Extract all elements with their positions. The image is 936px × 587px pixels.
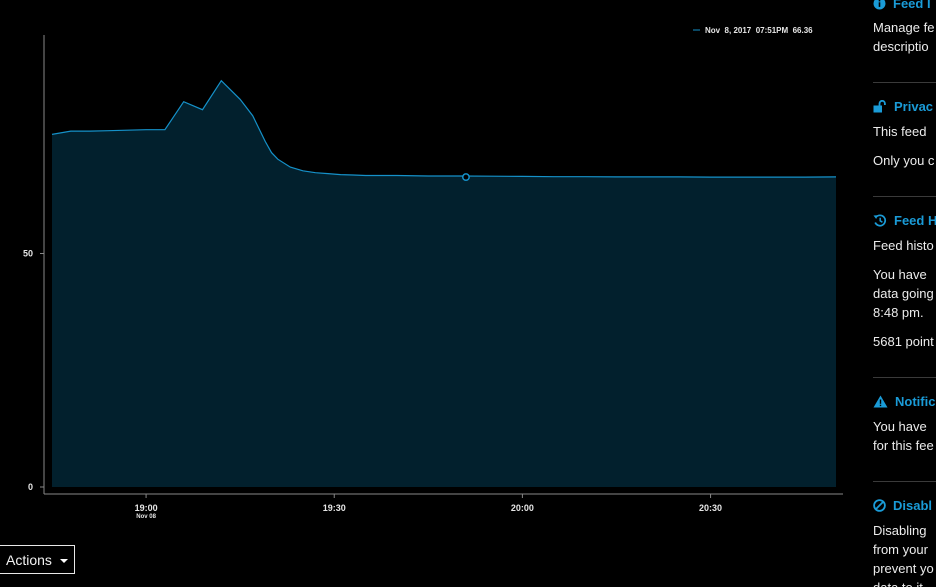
divider [873, 377, 936, 378]
section-notifications-heading: Notific [873, 394, 935, 409]
hover-marker[interactable] [462, 173, 470, 182]
chevron-down-icon [59, 559, 68, 563]
notifications-text-2: for this fee [873, 438, 934, 453]
section-privacy-heading: Privac [873, 99, 933, 114]
feed-chart[interactable]: 0 50 19:00Nov 08 19:30 20:00 20:30 Nov 8, 20… [0, 0, 936, 587]
history-icon [873, 214, 887, 227]
x-tick-label: 20:30 [699, 503, 722, 513]
disable-icon [873, 499, 886, 512]
unlock-icon [873, 100, 886, 113]
x-tick-label: 20:00 [511, 503, 534, 513]
y-tick-label: 0 [28, 482, 33, 492]
divider [873, 196, 936, 197]
section-history-heading: Feed H [873, 213, 936, 228]
section-notifications-title: Notific [895, 394, 936, 409]
divider [873, 481, 936, 482]
divider [873, 82, 936, 83]
x-tick-label: 19:30 [323, 503, 346, 513]
disable-text-3: prevent yo [873, 561, 934, 576]
x-ticks: 19:00Nov 08 19:30 20:00 20:30 [135, 494, 722, 520]
section-feed-info-heading: Feed I [873, 0, 931, 11]
info-icon [873, 0, 886, 10]
section-privacy-title: Privac [894, 99, 934, 114]
history-text-4: 8:48 pm. [873, 305, 924, 320]
y-ticks: 0 50 [23, 249, 44, 492]
notifications-text-1: You have [873, 419, 927, 434]
section-disable-title: Disabl [893, 498, 933, 513]
actions-dropdown-button[interactable]: Actions [0, 545, 75, 574]
disable-text-1: Disabling [873, 523, 927, 538]
disable-text-2: from your [873, 542, 928, 557]
privacy-text-2: Only you c [873, 153, 935, 168]
section-disable-heading: Disabl [873, 498, 932, 513]
history-text-1: Feed histo [873, 238, 934, 253]
feed-info-text-2: descriptio [873, 39, 929, 54]
privacy-text-1: This feed [873, 124, 927, 139]
chart-plot-area [51, 79, 837, 487]
series-area-fill [52, 80, 836, 487]
history-text-5: 5681 point [873, 334, 934, 349]
legend-text: Nov 8, 2017 07:51PM 66.36 [705, 26, 813, 35]
disable-text-4: data to it [873, 579, 923, 587]
x-tick-sublabel: Nov 08 [136, 514, 156, 520]
chart-legend: Nov 8, 2017 07:51PM 66.36 [693, 26, 813, 35]
feed-sidebar: Feed I Manage fe descriptio Privac This … [873, 0, 936, 587]
feed-info-text-1: Manage fe [873, 20, 935, 35]
section-history-title: Feed H [894, 213, 936, 228]
section-feed-info-title: Feed I [893, 0, 931, 11]
history-text-2: You have [873, 267, 927, 282]
actions-label: Actions [6, 551, 52, 568]
history-text-3: data going [873, 286, 934, 301]
y-tick-label: 50 [23, 249, 33, 259]
warning-icon [873, 395, 888, 408]
x-tick-label: 19:00 [135, 503, 158, 513]
